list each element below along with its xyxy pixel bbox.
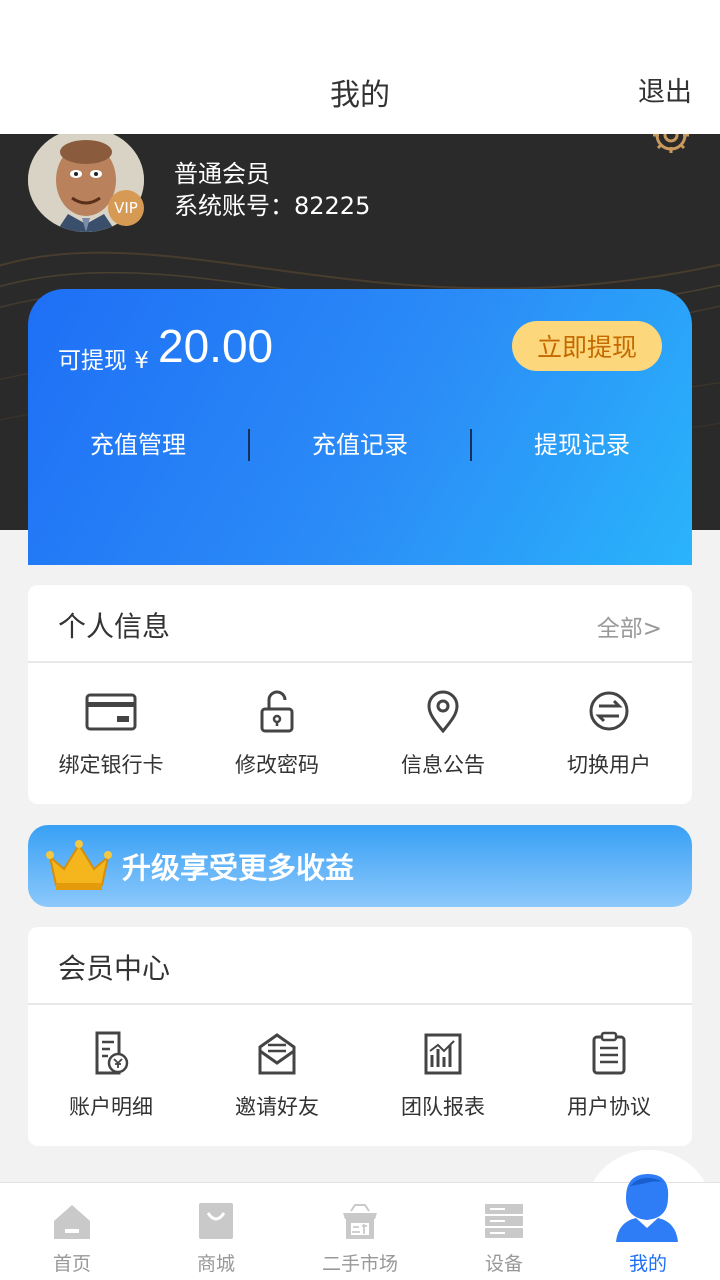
withdrawable-label: 可提现 ¥ — [58, 348, 149, 374]
upgrade-banner-text: 升级享受更多收益 — [122, 851, 355, 885]
announcement-item[interactable]: 信息公告 — [360, 663, 526, 803]
switch-icon — [589, 691, 629, 731]
clipboard-icon — [592, 1031, 626, 1075]
tab-device[interactable]: 设备 — [432, 1183, 576, 1280]
team-report-label: 团队报表 — [401, 1095, 485, 1119]
invite-friends-item[interactable]: 邀请好友 — [194, 1005, 360, 1145]
bind-bank-card-label: 绑定银行卡 — [58, 753, 164, 777]
member-level: 普通会员 — [174, 160, 270, 188]
announcement-label: 信息公告 — [401, 753, 485, 777]
tab-home[interactable]: 首页 — [0, 1183, 144, 1280]
withdraw-now-button[interactable]: 立即提现 — [512, 321, 662, 371]
top-nav-bar: 我的 退出 — [0, 0, 720, 134]
page-title: 我的 — [330, 78, 390, 113]
account-detail-icon — [95, 1031, 129, 1075]
member-center-grid: 账户明细 邀请好友 团队报表 用户协议 — [28, 1005, 692, 1145]
member-center-title: 会员中心 — [58, 952, 171, 985]
settings-gear-icon[interactable] — [650, 134, 692, 156]
home-icon — [54, 1205, 90, 1239]
account-detail-label: 账户明细 — [69, 1095, 153, 1119]
crown-icon — [46, 840, 112, 890]
withdrawable-amount: 20.00 — [158, 320, 274, 372]
device-server-icon — [485, 1204, 523, 1238]
lock-icon — [260, 690, 294, 733]
switch-user-item[interactable]: 切换用户 — [526, 663, 692, 803]
personal-info-grid: 绑定银行卡 修改密码 信息公告 切换用户 — [28, 663, 692, 803]
location-pin-icon — [427, 690, 459, 733]
shop-bag-icon — [199, 1203, 233, 1239]
bind-bank-card-item[interactable]: 绑定银行卡 — [28, 663, 194, 803]
tab-home-label: 首页 — [52, 1253, 91, 1275]
tab-secondhand-market-label: 二手市场 — [321, 1253, 398, 1275]
change-password-label: 修改密码 — [235, 753, 319, 777]
system-account: 系统账号：82225 — [174, 192, 371, 220]
user-agreement-label: 用户协议 — [567, 1095, 651, 1119]
recharge-records-link[interactable]: 充值记录 — [250, 427, 470, 463]
secondhand-market-icon — [343, 1204, 377, 1239]
invite-envelope-icon — [258, 1033, 296, 1075]
user-agreement-item[interactable]: 用户协议 — [526, 1005, 692, 1145]
user-profile-icon — [616, 1174, 678, 1242]
view-all-link[interactable]: 全部> — [597, 609, 662, 643]
member-center-panel: 会员中心 账户明细 邀请好友 团队报表 用户协议 — [28, 927, 692, 1146]
switch-user-label: 切换用户 — [567, 753, 651, 777]
invite-friends-label: 邀请好友 — [235, 1095, 319, 1119]
tab-shop-label: 商城 — [196, 1253, 235, 1275]
report-chart-icon — [424, 1033, 462, 1075]
personal-info-title: 个人信息 — [58, 610, 171, 643]
team-report-item[interactable]: 团队报表 — [360, 1005, 526, 1145]
change-password-item[interactable]: 修改密码 — [194, 663, 360, 803]
upgrade-banner[interactable]: 升级享受更多收益 — [28, 825, 692, 907]
vip-badge: VIP — [108, 190, 144, 226]
profile-section: VIP 18173599429 普通会员 系统账号：82225 — [0, 116, 720, 254]
member-center-header: 会员中心 — [28, 927, 692, 1005]
withdraw-records-link[interactable]: 提现记录 — [472, 427, 692, 463]
bank-card-icon — [85, 693, 137, 731]
tab-mine-label: 我的 — [628, 1253, 667, 1275]
personal-info-header: 个人信息 全部> — [28, 585, 692, 663]
tab-device-label: 设备 — [484, 1253, 523, 1275]
account-detail-item[interactable]: 账户明细 — [28, 1005, 194, 1145]
recharge-management-link[interactable]: 充值管理 — [28, 427, 248, 463]
wallet-links: 充值管理 充值记录 提现记录 — [28, 427, 692, 463]
tab-secondhand-market[interactable]: 二手市场 — [288, 1183, 432, 1280]
avatar[interactable]: VIP — [28, 128, 144, 232]
personal-info-panel: 个人信息 全部> 绑定银行卡 修改密码 信息公告 切换用户 — [28, 585, 692, 804]
tab-shop[interactable]: 商城 — [144, 1183, 288, 1280]
logout-button[interactable]: 退出 — [638, 70, 692, 109]
wallet-card: 可提现 ¥ 20.00 立即提现 充值管理 充值记录 提现记录 — [28, 289, 692, 565]
